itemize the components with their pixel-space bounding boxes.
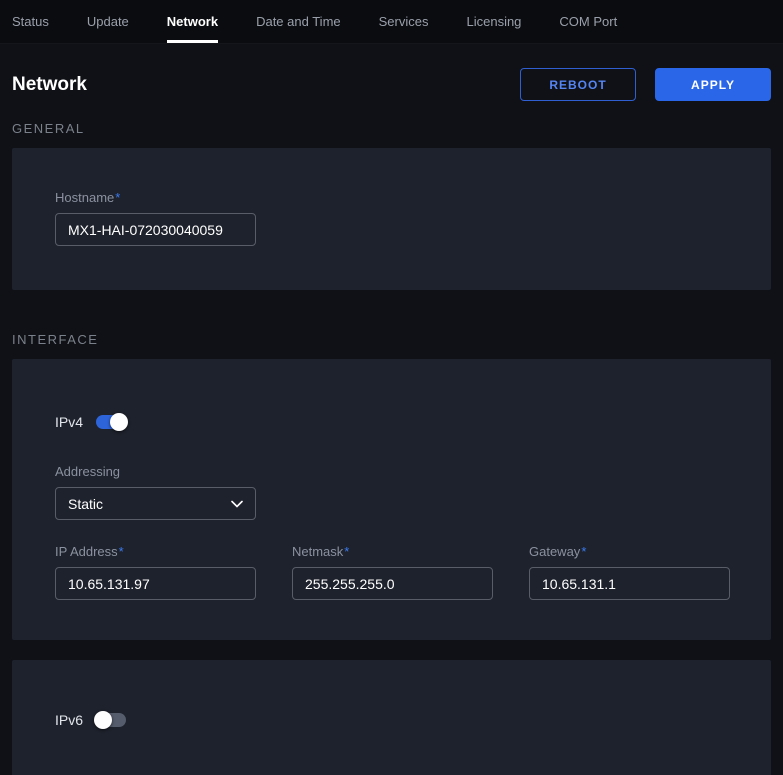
gateway-input[interactable]: [529, 567, 730, 600]
interface-card: IPv4 Addressing Static IP Address*: [12, 359, 771, 640]
ipv6-toggle-row: IPv6: [55, 712, 126, 728]
page-title: Network: [12, 74, 87, 96]
ipv6-toggle-knob: [94, 711, 112, 729]
ipv6-toggle[interactable]: [96, 713, 126, 727]
ipv6-label: IPv6: [55, 712, 83, 728]
reboot-button[interactable]: REBOOT: [520, 68, 636, 101]
ipv4-label: IPv4: [55, 414, 83, 430]
ip-address-label-text: IP Address: [55, 544, 118, 559]
gateway-required-marker: *: [581, 544, 586, 559]
hostname-input[interactable]: [55, 213, 256, 246]
page-header: Network REBOOT APPLY: [12, 68, 771, 101]
netmask-required-marker: *: [344, 544, 349, 559]
ipv4-toggle-row: IPv4: [55, 414, 728, 430]
gateway-label: Gateway*: [529, 544, 730, 559]
netmask-label-text: Netmask: [292, 544, 343, 559]
chevron-down-icon: [231, 500, 243, 508]
tab-bar: Status Update Network Date and Time Serv…: [0, 0, 783, 44]
network-page: Network REBOOT APPLY GENERAL Hostname* I…: [0, 68, 783, 775]
tab-network[interactable]: Network: [167, 0, 218, 43]
section-interface-title: INTERFACE: [12, 332, 771, 347]
addressing-field: Addressing Static: [55, 464, 728, 520]
addressing-selected-value: Static: [68, 496, 103, 512]
ipv6-card: IPv6: [12, 660, 771, 775]
tab-services[interactable]: Services: [379, 0, 429, 43]
ip-address-field: IP Address*: [55, 544, 256, 600]
ipv4-toggle[interactable]: [96, 415, 126, 429]
netmask-input[interactable]: [292, 567, 493, 600]
general-card: Hostname*: [12, 148, 771, 290]
tab-licensing[interactable]: Licensing: [466, 0, 521, 43]
addressing-select[interactable]: Static: [55, 487, 256, 520]
hostname-label-text: Hostname: [55, 190, 114, 205]
hostname-required-marker: *: [115, 190, 120, 205]
gateway-field: Gateway*: [529, 544, 730, 600]
ipv4-address-row: IP Address* Netmask* Gateway*: [55, 544, 728, 600]
netmask-field: Netmask*: [292, 544, 493, 600]
header-actions: REBOOT APPLY: [520, 68, 771, 101]
tab-com-port[interactable]: COM Port: [559, 0, 617, 43]
gateway-label-text: Gateway: [529, 544, 580, 559]
tab-status[interactable]: Status: [12, 0, 49, 43]
addressing-label: Addressing: [55, 464, 728, 479]
netmask-label: Netmask*: [292, 544, 493, 559]
ip-address-label: IP Address*: [55, 544, 256, 559]
ip-address-required-marker: *: [119, 544, 124, 559]
section-general-title: GENERAL: [12, 121, 771, 136]
hostname-label: Hostname*: [55, 190, 728, 205]
ipv4-toggle-knob: [110, 413, 128, 431]
apply-button[interactable]: APPLY: [655, 68, 771, 101]
tab-date-and-time[interactable]: Date and Time: [256, 0, 341, 43]
ip-address-input[interactable]: [55, 567, 256, 600]
tab-update[interactable]: Update: [87, 0, 129, 43]
